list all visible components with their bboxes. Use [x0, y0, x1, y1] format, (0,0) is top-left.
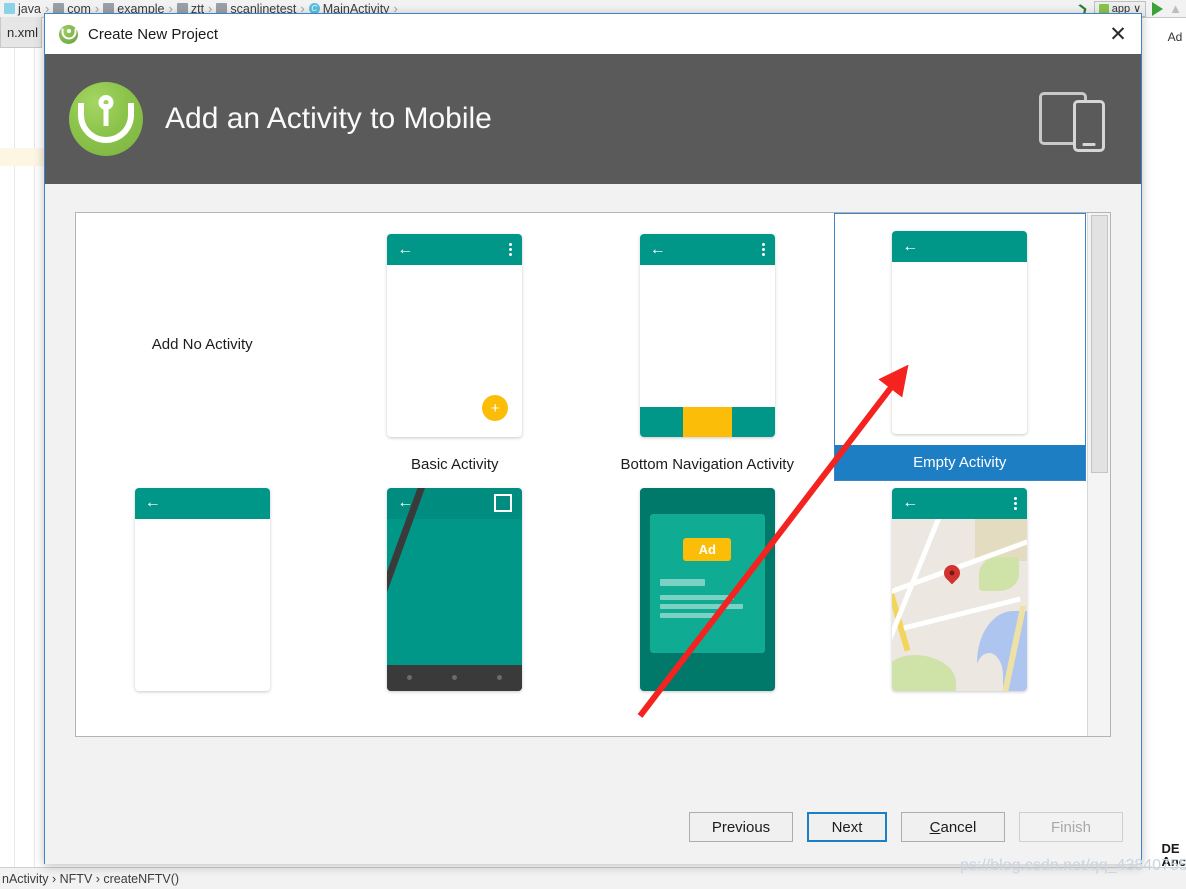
dialog-body: Add No Activity ← + Basic Activity ← Bot… — [45, 184, 1141, 864]
kebab-menu-icon — [1014, 496, 1018, 510]
navbar-dot — [407, 675, 413, 680]
editor-gutter-line — [14, 48, 15, 868]
template-caption-no-activity — [76, 469, 329, 481]
phone-icon — [1073, 100, 1105, 152]
template-caption-empty-activity: Empty Activity — [834, 445, 1085, 480]
template-caption-row2-2 — [329, 691, 582, 703]
template-card-row2-3[interactable]: Ad — [581, 481, 834, 703]
previous-button[interactable]: Previous — [689, 812, 793, 842]
dialog-titlebar: Create New Project ✕ — [45, 14, 1141, 54]
dialog-header-band: Add an Activity to Mobile — [45, 54, 1141, 184]
mock-map-canvas — [892, 518, 1028, 691]
template-caption-basic-activity: Basic Activity — [410, 456, 499, 473]
navbar-dot — [497, 675, 503, 680]
phone-mockup-empty: ← — [892, 231, 1028, 434]
mock-bottom-navigation-bar — [639, 407, 775, 437]
back-arrow-icon: ← — [902, 237, 919, 255]
dialog-footer: Previous Next Cancel Finish — [45, 790, 1141, 864]
android-module-icon — [1098, 3, 1109, 14]
template-thumb-no-activity: Add No Activity — [76, 219, 329, 469]
phone-mockup-basic: ← + — [387, 234, 523, 437]
template-card-empty-activity[interactable]: ← Empty Activity — [833, 213, 1086, 481]
template-thumb-row2-2: ← — [329, 487, 582, 691]
android-studio-logo — [69, 82, 143, 156]
scrollbar-thumb[interactable] — [1091, 215, 1108, 473]
template-thumb-row2-3: Ad — [581, 487, 834, 691]
kebab-menu-icon — [509, 243, 513, 256]
mock-appbar: ← — [892, 231, 1028, 262]
map-park — [979, 556, 1020, 591]
back-arrow-icon: ← — [649, 240, 666, 258]
kebab-menu-icon — [761, 243, 765, 256]
bottomnav-tab — [731, 407, 775, 437]
run-icon[interactable] — [1152, 1, 1164, 16]
create-new-project-dialog: Create New Project ✕ Add an Activity to … — [44, 13, 1142, 864]
editor-tab-xml[interactable]: n.xml — [0, 17, 42, 48]
mock-ad-card: Ad — [649, 513, 765, 653]
back-arrow-icon: ← — [144, 494, 161, 511]
cancel-mnemonic: C — [929, 818, 941, 836]
template-card-row2-4[interactable]: ← — [833, 481, 1087, 703]
template-caption-row2-4 — [834, 691, 1087, 703]
phone-mockup-fullscreen: ← — [387, 487, 523, 691]
finish-button: Finish — [1019, 812, 1123, 842]
cancel-button[interactable]: Cancel — [901, 812, 1005, 842]
editor-gutter-line — [34, 48, 35, 868]
bottomnav-tab — [639, 407, 683, 437]
template-card-bottom-navigation-activity[interactable]: ← Bottom Navigation Activity — [581, 213, 834, 481]
mock-system-navbar — [387, 664, 523, 691]
logo-stem — [103, 104, 109, 127]
mock-appbar: ← — [134, 487, 270, 519]
mock-text-lines — [659, 578, 755, 618]
cancel-label-rest: ancel — [940, 818, 977, 836]
template-card-no-activity[interactable]: Add No Activity — [76, 213, 329, 481]
template-thumb-empty-activity: ← — [835, 220, 1086, 445]
mock-appbar: ← — [639, 234, 775, 265]
android-studio-icon — [59, 24, 78, 44]
bottomnav-tab-active — [682, 407, 732, 437]
mock-appbar: ← — [387, 234, 523, 265]
template-label-no-activity: Add No Activity — [151, 335, 253, 353]
template-caption-row2-3 — [581, 691, 834, 703]
template-thumb-bottom-navigation: ← — [581, 219, 834, 452]
debug-icon[interactable]: ▲ — [1169, 1, 1182, 16]
template-caption-row2-1 — [76, 691, 329, 703]
template-thumb-basic-activity: ← + — [329, 219, 582, 452]
ide-right-label-de: DE — [1161, 840, 1180, 856]
phone-mockup-bottomnav: ← — [639, 234, 775, 437]
right-side-tab-label: Ad — [1167, 30, 1183, 44]
phone-mockup-plain: ← — [134, 487, 270, 691]
template-caption-bottom-navigation-activity: Bottom Navigation Activity — [620, 456, 794, 473]
ide-status-breadcrumb-label: nActivity › NFTV › createNFTV() — [2, 871, 180, 886]
mock-appbar: ← — [892, 487, 1028, 519]
navbar-dot — [452, 675, 458, 680]
page-title: Add an Activity to Mobile — [165, 102, 492, 135]
right-side-tab[interactable]: Ad — [1164, 17, 1186, 57]
phone-mockup-maps: ← — [892, 487, 1028, 691]
map-park — [892, 654, 957, 691]
vertical-scrollbar[interactable] — [1087, 213, 1110, 736]
close-icon[interactable]: ✕ — [1095, 14, 1141, 54]
back-arrow-icon: ← — [902, 494, 919, 511]
breadcrumb-label: java — [18, 1, 41, 16]
tablet-and-phone-icon — [1033, 86, 1111, 152]
java-folder-icon — [4, 3, 15, 14]
template-card-row2-2[interactable]: ← — [328, 481, 582, 703]
plus-icon: + — [482, 395, 509, 421]
activity-template-grid: Add No Activity ← + Basic Activity ← Bot… — [75, 212, 1111, 737]
template-card-basic-activity[interactable]: ← + Basic Activity — [328, 213, 582, 481]
dialog-title: Create New Project — [88, 25, 219, 43]
watermark: ps://blog.csdn.net/qq_43840755 — [960, 857, 1186, 874]
ad-badge: Ad — [683, 537, 732, 561]
next-button[interactable]: Next — [807, 812, 887, 842]
back-arrow-icon: ← — [397, 240, 414, 258]
template-thumb-row2-1: ← — [76, 487, 329, 691]
template-thumb-row2-4: ← — [834, 487, 1087, 691]
template-card-row2-1[interactable]: ← — [76, 481, 329, 703]
editor-tab-label: n.xml — [6, 24, 38, 40]
expand-icon — [494, 494, 513, 512]
phone-mockup-admob: Ad — [639, 487, 775, 691]
breadcrumb-item-java[interactable]: java — [4, 2, 41, 16]
